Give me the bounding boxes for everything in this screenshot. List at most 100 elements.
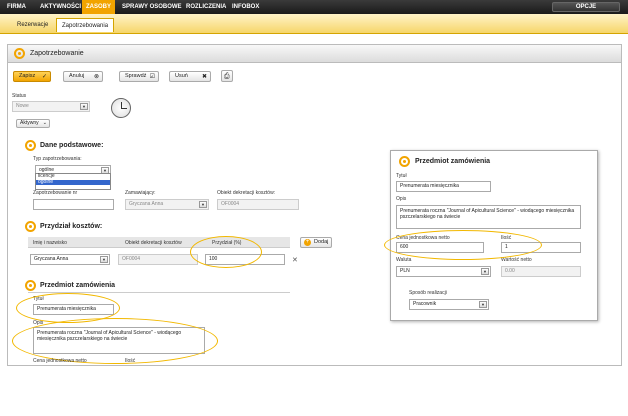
status-select[interactable]: Nowe ▼ <box>12 101 90 112</box>
window-title: Zapotrzebowanie <box>30 50 84 57</box>
cost-row-object[interactable]: OF0004 <box>118 254 198 265</box>
header-cost-object: Obiekt dekretacji kosztów <box>125 240 182 246</box>
status-value: Nowe <box>16 103 29 109</box>
panel-currency-select[interactable]: PLN ▼ <box>396 266 491 277</box>
section-logo-icon <box>25 221 36 232</box>
options-button[interactable]: OPCJE <box>552 2 620 12</box>
cost-row-object-value: OF0004 <box>122 256 141 262</box>
cost-object-value: OF0004 <box>221 201 240 207</box>
active-toggle[interactable]: Aktywny ⌄ <box>16 119 50 128</box>
panel-title-value: Prenumerata miesięcznika <box>400 183 459 189</box>
cancel-label: Anuluj <box>69 73 85 79</box>
item-qty-label: Ilość <box>125 358 136 364</box>
number-field[interactable] <box>33 199 114 210</box>
header-name: Imię i nazwisko <box>33 240 67 246</box>
delete-button[interactable]: Usuń ✖ <box>169 71 211 82</box>
chevron-down-icon: ▼ <box>100 256 108 263</box>
chevron-down-icon: ▼ <box>481 268 489 275</box>
chevron-down-icon: ▼ <box>80 103 88 110</box>
tab-zapotrzebowania[interactable]: Zapotrzebowania <box>56 18 115 32</box>
add-icon: + <box>304 239 311 246</box>
panel-qty-field[interactable]: 1 <box>501 242 581 253</box>
cancel-button[interactable]: Anuluj ⊗ <box>63 71 103 82</box>
section-title-dane: Dane podstawowe: <box>40 142 104 149</box>
sub-navigation: Rezerwacje Zapotrzebowania <box>0 14 628 34</box>
check-label: Sprawdź <box>125 73 147 79</box>
delete-icon: ✖ <box>201 74 207 80</box>
type-option-ogolne[interactable]: ogólne <box>36 179 110 185</box>
window-titlebar: Zapotrzebowanie <box>8 45 621 63</box>
add-label: Dodaj <box>314 239 329 245</box>
type-dropdown-list: licencje ogólne <box>35 173 111 190</box>
check-icon: ☑ <box>149 74 155 80</box>
nav-aktywnosci[interactable]: AKTYWNOŚCI <box>36 0 85 14</box>
save-label: Zapisz <box>19 73 36 79</box>
item-desc-value: Prenumerata roczna "Journal of Apicultur… <box>37 330 182 342</box>
item-price-label: Cena jednostkowa netto <box>33 358 87 364</box>
cost-object-field[interactable]: OF0004 <box>217 199 299 210</box>
panel-qty-label: Ilość <box>501 235 512 241</box>
nav-rozliczenia[interactable]: ROZLICZENIA <box>182 0 230 14</box>
panel-price-value: 600 <box>400 244 409 250</box>
tab-rezerwacje[interactable]: Rezerwacje <box>12 18 53 32</box>
panel-net-value: 0.00 <box>505 268 515 274</box>
orderer-value: Gryczana Anna <box>129 201 164 207</box>
check-button[interactable]: Sprawdź ☑ <box>119 71 159 82</box>
panel-currency-label: Waluta <box>396 257 412 263</box>
top-navigation: FIRMA AKTYWNOŚCI ZASOBY SPRAWY OSOBOWE R… <box>0 0 628 14</box>
panel-title: Przedmiot zamówienia <box>415 158 491 165</box>
add-button[interactable]: + Dodaj <box>300 237 332 248</box>
panel-price-label: Cena jednostkowa netto <box>396 235 450 241</box>
chevron-down-icon: ▼ <box>199 201 207 208</box>
delete-label: Usuń <box>175 73 188 79</box>
section-title-przedmiot: Przedmiot zamówienia <box>40 282 116 289</box>
panel-currency-value: PLN <box>400 268 410 274</box>
orderer-label: Zamawiający: <box>125 190 156 196</box>
panel-net-label: Wartość netto <box>501 257 532 263</box>
orderer-field[interactable]: Gryczana Anna ▼ <box>125 199 209 210</box>
panel-desc-label: Opis <box>396 196 407 202</box>
header-percent: Przydział (%) <box>212 240 242 246</box>
remove-row-icon[interactable]: ✕ <box>292 256 298 264</box>
status-label: Status <box>12 93 27 99</box>
nav-sprawy-osobowe[interactable]: SPRAWY OSOBOWE <box>118 0 186 14</box>
app-logo-icon <box>14 48 25 59</box>
nav-infobox[interactable]: INFOBOX <box>228 0 263 14</box>
panel-desc-textarea[interactable]: Prenumerata roczna "Journal of Apicultur… <box>396 205 581 229</box>
panel-price-field[interactable]: 600 <box>396 242 484 253</box>
item-title-label: Tytuł <box>33 296 44 302</box>
item-title-field[interactable]: Prenumerata miesięcznika <box>33 304 114 315</box>
print-icon: ⎙ <box>224 73 230 80</box>
cancel-icon: ⊗ <box>93 74 99 80</box>
nav-zasoby[interactable]: ZASOBY <box>82 0 116 14</box>
panel-net-field[interactable]: 0.00 <box>501 266 581 277</box>
section-title-przydzial: Przydział kosztów: <box>40 223 103 230</box>
cost-object-label: Obiekt dekretacji kosztów: <box>217 190 276 196</box>
section-divider <box>28 292 290 293</box>
save-button[interactable]: Zapisz ✓ <box>13 71 51 82</box>
cost-percent-value: 100 <box>209 256 218 262</box>
panel-logo-icon <box>399 156 410 167</box>
save-icon: ✓ <box>41 74 47 80</box>
cost-name-select[interactable]: Gryczana Anna ▼ <box>30 254 110 265</box>
chevron-down-icon: ⌄ <box>42 120 47 126</box>
panel-qty-value: 1 <box>505 244 508 250</box>
panel-method-select[interactable]: Pracownik ▼ <box>409 299 489 310</box>
cost-percent-field[interactable]: 100 <box>205 254 285 265</box>
panel-desc-value: Prenumerata roczna "Journal of Apicultur… <box>400 208 575 220</box>
item-desc-label: Opis <box>33 320 44 326</box>
item-details-panel: Przedmiot zamówienia Tytuł Prenumerata m… <box>390 150 598 321</box>
type-label: Typ zapotrzebowania: <box>33 156 82 162</box>
panel-method-value: Pracownik <box>413 301 437 307</box>
print-button[interactable]: ⎙ <box>221 70 233 82</box>
clock-icon <box>111 98 131 118</box>
panel-title-field[interactable]: Prenumerata miesięcznika <box>396 181 491 192</box>
item-desc-textarea[interactable]: Prenumerata roczna "Journal of Apicultur… <box>33 327 205 354</box>
section-logo-icon <box>25 140 36 151</box>
panel-method-label: Sposób realizacji <box>409 290 447 296</box>
number-label: Zapotrzebowanie nr <box>33 190 78 196</box>
item-title-value: Prenumerata miesięcznika <box>37 306 96 312</box>
chevron-down-icon: ▼ <box>479 301 487 308</box>
panel-title-label: Tytuł <box>396 173 407 179</box>
nav-firma[interactable]: FIRMA <box>3 0 30 14</box>
